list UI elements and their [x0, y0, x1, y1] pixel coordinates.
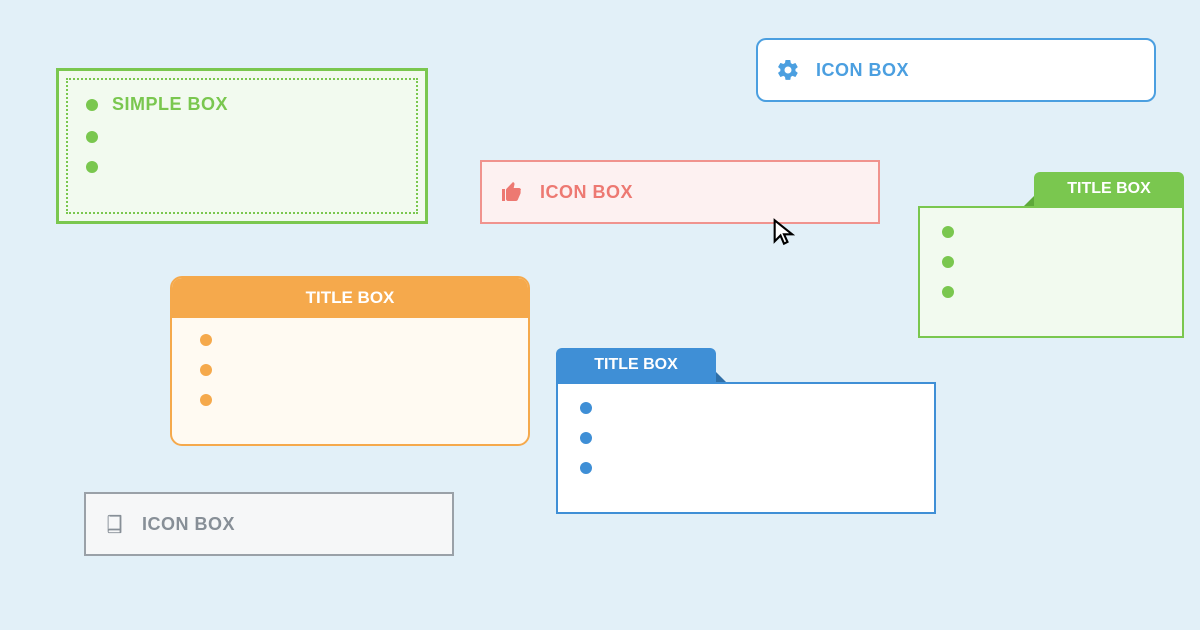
bullet-icon [580, 462, 592, 474]
title-box-green: TITLE BOX [918, 172, 1184, 338]
bullet-icon [86, 99, 98, 111]
title-box-orange: TITLE BOX [170, 276, 530, 446]
bullet-icon [942, 256, 954, 268]
icon-box-blue: ICON BOX [756, 38, 1156, 102]
bullet-icon [200, 364, 212, 376]
bullet-icon [86, 161, 98, 173]
icon-box-red: ICON BOX [480, 160, 880, 224]
title-box-body [918, 206, 1184, 338]
title-box-body [556, 382, 936, 514]
icon-box-title: ICON BOX [816, 60, 909, 81]
simple-box-inner: SIMPLE BOX [66, 78, 418, 214]
bullet-icon [200, 334, 212, 346]
book-icon [104, 513, 126, 535]
bullet-icon [942, 286, 954, 298]
bullet-icon [580, 432, 592, 444]
simple-box: SIMPLE BOX [56, 68, 428, 224]
icon-box-gray: ICON BOX [84, 492, 454, 556]
thumbs-up-icon [500, 180, 524, 204]
title-box-blue: TITLE BOX [556, 348, 936, 514]
bullet-icon [86, 131, 98, 143]
title-box-tab: TITLE BOX [1034, 172, 1184, 206]
cursor-icon [770, 218, 798, 246]
simple-box-title: SIMPLE BOX [112, 94, 228, 115]
bullet-icon [200, 394, 212, 406]
bullet-icon [580, 402, 592, 414]
icon-box-title: ICON BOX [540, 182, 633, 203]
icon-box-title: ICON BOX [142, 514, 235, 535]
gear-icon [776, 58, 800, 82]
title-box-tab: TITLE BOX [556, 348, 716, 382]
bullet-icon [942, 226, 954, 238]
title-box-body [172, 318, 528, 444]
title-box-header: TITLE BOX [172, 278, 528, 318]
